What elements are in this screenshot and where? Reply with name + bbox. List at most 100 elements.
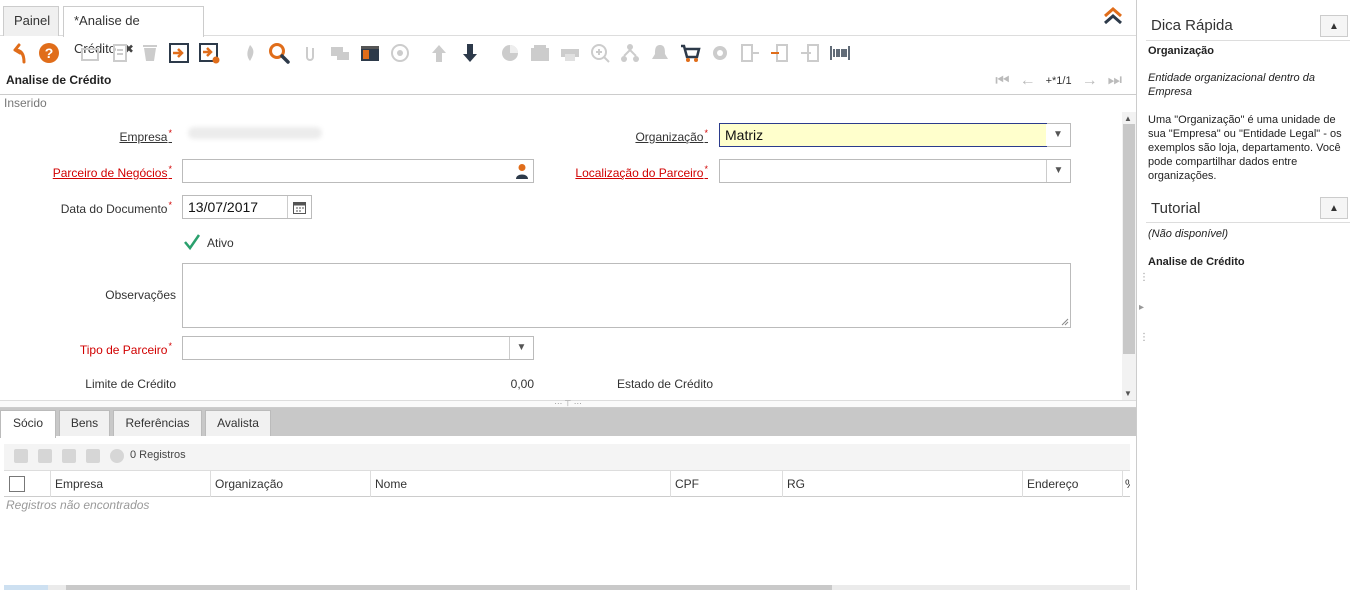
column-cpf[interactable]: CPF <box>670 471 782 497</box>
main-toolbar: ? <box>0 37 1136 69</box>
new-icon[interactable] <box>78 41 102 65</box>
person-icon[interactable] <box>515 163 529 183</box>
observacoes-label: Observações <box>105 288 176 302</box>
scroll-down-icon[interactable]: ▼ <box>1124 389 1132 398</box>
column-endereco[interactable]: Endereço <box>1022 471 1122 497</box>
tab-referencias[interactable]: Referências <box>113 410 202 436</box>
chevron-down-icon[interactable]: ▼ <box>1046 160 1070 182</box>
arrow-down-icon[interactable] <box>458 41 482 65</box>
tab-bens[interactable]: Bens <box>59 410 110 436</box>
column-nome[interactable]: Nome <box>370 471 670 497</box>
column-organizacao[interactable]: Organização <box>210 471 370 497</box>
attach-icon[interactable] <box>298 41 322 65</box>
refresh-icon[interactable] <box>238 41 262 65</box>
grid-header: Empresa Organização Nome CPF RG Endereço… <box>4 470 1130 497</box>
report-icon[interactable] <box>388 41 412 65</box>
tab-painel[interactable]: Painel <box>3 6 59 36</box>
parceiro-field[interactable] <box>182 159 534 183</box>
window-tab-bar: Painel *Analise de Crédito ✖ <box>0 0 1136 56</box>
quick-tip-short-desc: Entidade organizacional dentro da Empres… <box>1148 72 1315 98</box>
calendar-icon[interactable] <box>287 196 311 218</box>
collapse-tutorial-button[interactable]: ▲ <box>1320 197 1348 219</box>
chevron-up-icon: ▲ <box>1329 202 1339 214</box>
chevron-double-up-icon[interactable] <box>1102 6 1124 28</box>
search-icon[interactable] <box>267 41 291 65</box>
quick-tip-long-desc: Uma "Organização" é uma unidade de sua "… <box>1148 114 1342 182</box>
ativo-checkbox[interactable] <box>183 233 201 251</box>
last-record-icon[interactable]: ⏭ <box>1108 72 1122 90</box>
select-all-checkbox[interactable] <box>9 476 25 492</box>
delete-icon[interactable] <box>138 41 162 65</box>
history-icon[interactable] <box>358 41 382 65</box>
tab-socio[interactable]: Sócio <box>0 410 56 438</box>
grid-horizontal-scrollbar[interactable] <box>4 585 1130 590</box>
delete-icon[interactable] <box>62 449 76 463</box>
alert-icon[interactable] <box>648 41 672 65</box>
logout-icon[interactable] <box>798 41 822 65</box>
quick-tip-title: Dica Rápida <box>1151 17 1233 34</box>
chat-icon[interactable] <box>328 41 352 65</box>
column-empresa[interactable]: Empresa <box>50 471 210 497</box>
settings-icon[interactable] <box>708 41 732 65</box>
localizacao-label: Localização do Parceiro* <box>575 164 708 180</box>
empresa-value <box>188 127 322 139</box>
parceiro-label: Parceiro de Negócios* <box>52 164 172 180</box>
detail-toolbar: 0 Registros <box>4 444 1130 470</box>
quick-tip-field-name: Organização <box>1148 45 1215 57</box>
first-record-icon[interactable]: ⏮ <box>995 72 1009 90</box>
grid-scrollbar-thumb[interactable] <box>66 585 832 590</box>
form-scrollbar[interactable]: ▲ ▼ <box>1122 112 1136 400</box>
tipo-parceiro-field[interactable]: ▼ <box>182 336 534 360</box>
splitter-grip[interactable]: ⋮ <box>1139 273 1149 283</box>
ativo-label: Ativo <box>207 236 234 250</box>
import-icon[interactable] <box>768 41 792 65</box>
edit-icon[interactable] <box>38 449 52 463</box>
record-status: Inserido <box>4 96 47 110</box>
previous-record-icon[interactable]: ← <box>1020 72 1036 90</box>
arrow-up-icon[interactable] <box>427 41 451 65</box>
column-rg[interactable]: RG <box>782 471 1022 497</box>
save-icon[interactable] <box>86 449 100 463</box>
chart-icon[interactable] <box>498 41 522 65</box>
settings-icon[interactable] <box>110 449 124 463</box>
panel-splitter[interactable]: ⋯ ⊤ ⋯ <box>0 400 1136 408</box>
barcode-icon[interactable] <box>828 41 852 65</box>
save-new-icon[interactable] <box>197 41 221 65</box>
column-percent[interactable]: % <box>1122 471 1130 497</box>
print-icon[interactable] <box>558 41 582 65</box>
organizacao-value: Matriz <box>725 127 764 143</box>
splitter-grip[interactable]: ⋮ <box>1139 333 1149 343</box>
form-scrollbar-thumb[interactable] <box>1123 124 1135 354</box>
archive-icon[interactable] <box>528 41 552 65</box>
tab-analise-credito[interactable]: *Analise de Crédito ✖ <box>63 6 204 56</box>
next-record-icon[interactable]: → <box>1082 72 1098 90</box>
localizacao-field[interactable]: ▼ <box>719 159 1071 183</box>
limite-credito-label: Limite de Crédito <box>85 377 176 391</box>
cart-icon[interactable] <box>678 41 702 65</box>
new-record-icon[interactable] <box>14 449 28 463</box>
organizacao-field[interactable]: Matriz <box>719 123 1047 147</box>
collapse-quick-tip-button[interactable]: ▲ <box>1320 15 1348 37</box>
undo-icon[interactable] <box>8 41 32 65</box>
limite-credito-value: 0,00 <box>510 377 534 391</box>
tab-avalista[interactable]: Avalista <box>205 410 271 436</box>
chevron-down-icon[interactable]: ▼ <box>509 337 533 359</box>
help-icon[interactable]: ? <box>37 41 61 65</box>
copy-icon[interactable] <box>108 41 132 65</box>
resize-handle-icon[interactable] <box>1061 318 1069 326</box>
scrollbar-lead <box>4 585 48 590</box>
divider <box>1146 222 1350 223</box>
splitter-grip[interactable]: ▸ <box>1139 303 1144 313</box>
form-title: Analise de Crédito <box>6 73 112 87</box>
organizacao-dropdown-button[interactable]: ▼ <box>1046 123 1071 147</box>
svg-text:?: ? <box>45 45 54 61</box>
export-icon[interactable] <box>738 41 762 65</box>
observacoes-textarea[interactable] <box>182 263 1071 328</box>
chevron-up-icon: ▲ <box>1329 20 1339 32</box>
zoom-icon[interactable] <box>588 41 612 65</box>
data-documento-field[interactable]: 13/07/2017 <box>182 195 312 219</box>
chevron-down-icon: ▼ <box>1046 124 1070 146</box>
scroll-up-icon[interactable]: ▲ <box>1124 114 1132 123</box>
workflow-icon[interactable] <box>618 41 642 65</box>
save-icon[interactable] <box>167 41 191 65</box>
